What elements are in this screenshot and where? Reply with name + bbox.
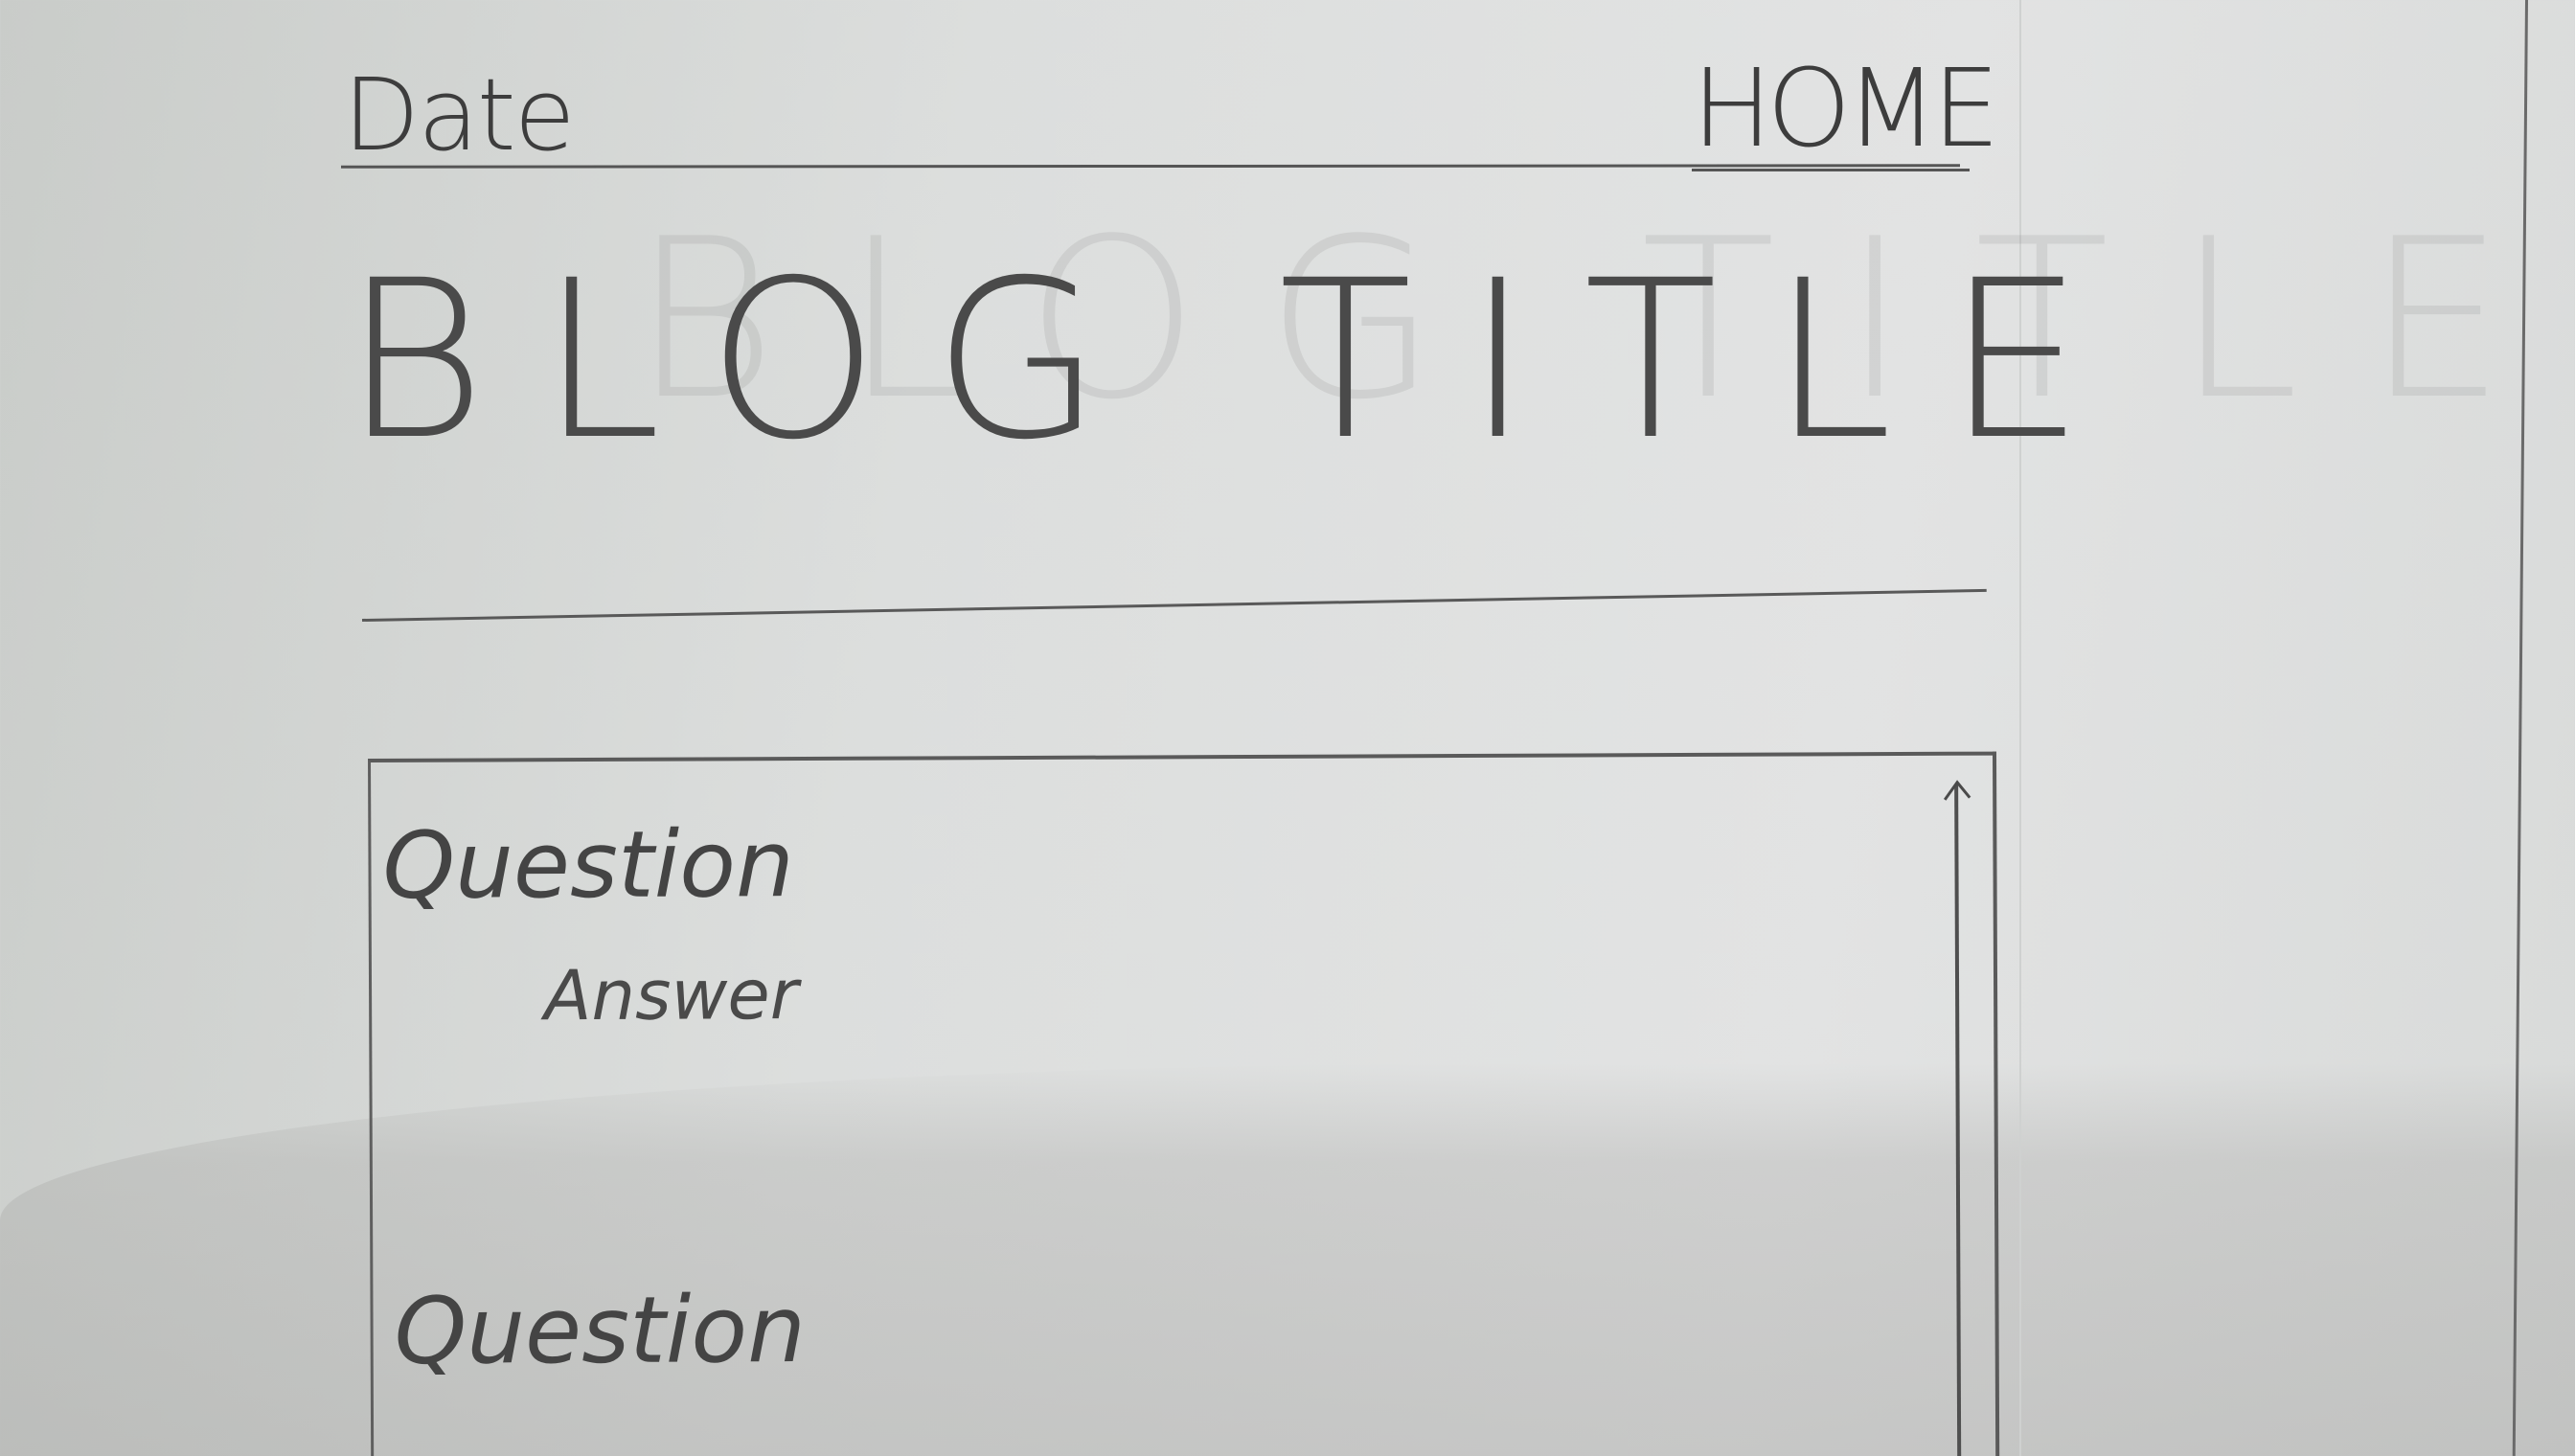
home-link[interactable]: HOME (1692, 56, 2000, 163)
scrollbar-track[interactable] (1954, 784, 1962, 1456)
answer-text: Answer (543, 954, 799, 1036)
qa-scroll-container[interactable]: Question Answer Question (368, 751, 2000, 1456)
blog-title: BLOG TITLE (343, 233, 2138, 488)
qa-item: Question (371, 756, 1993, 1385)
question-text: Question (394, 1276, 807, 1385)
home-link-underline (1692, 169, 1970, 171)
title-divider (361, 588, 1987, 622)
qa-item: Question Answer (371, 756, 1993, 1035)
scroll-up-arrow-icon[interactable] (1941, 779, 1973, 811)
question-text: Question (382, 810, 795, 920)
date-label: Date (343, 57, 576, 173)
